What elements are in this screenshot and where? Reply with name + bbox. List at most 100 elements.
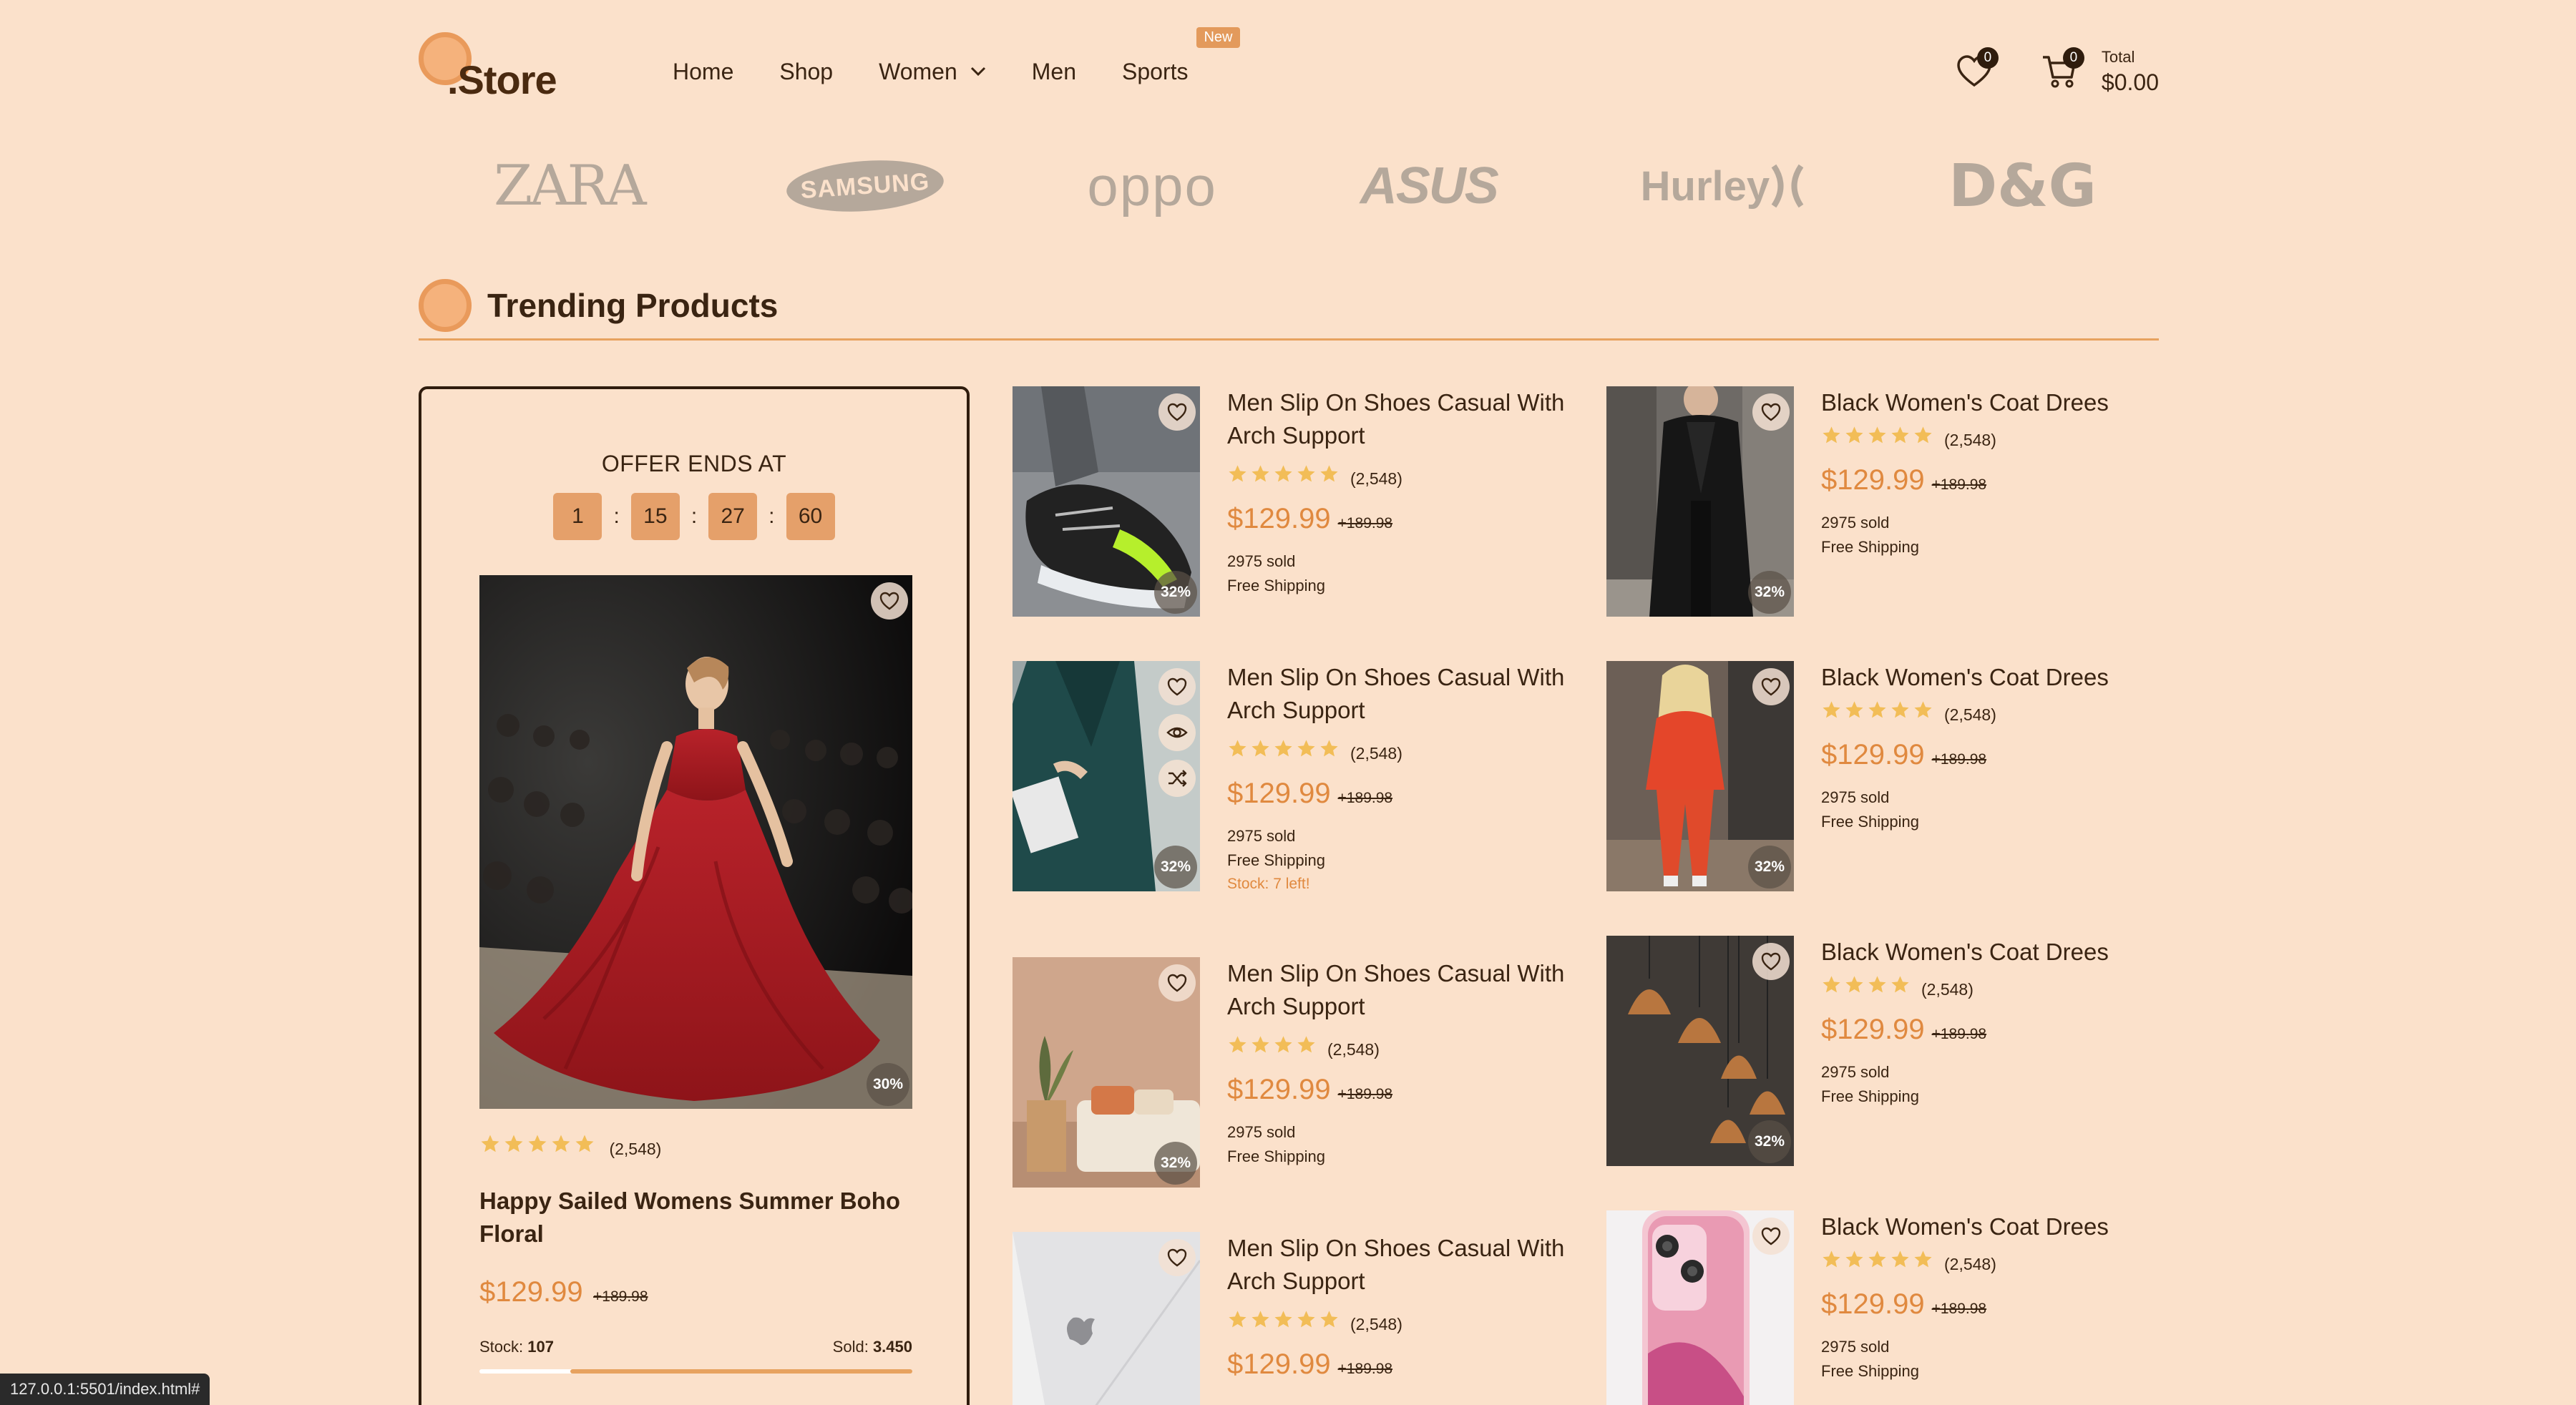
product-card[interactable]: 32% Men Slip On Shoes Casual With Arch S… xyxy=(1013,661,1578,904)
store-logo[interactable]: .Store xyxy=(419,32,590,111)
section-title: Trending Products xyxy=(487,286,779,324)
offer-countdown: 1 : 15 : 27 : 60 xyxy=(421,493,967,540)
product-price: $129.99 xyxy=(1227,778,1331,809)
old-price: +189.98 xyxy=(1931,476,1987,493)
brand-oppo-logo[interactable]: oppo xyxy=(1087,154,1217,219)
wishlist-button[interactable] xyxy=(1752,668,1790,705)
star-icon xyxy=(552,1135,570,1152)
star-icon xyxy=(1868,426,1886,444)
rating-count: (2,548) xyxy=(1921,980,1974,999)
brand-dg-logo[interactable]: D&G xyxy=(1948,152,2097,220)
product-rating: (2,548) xyxy=(1227,1309,1585,1334)
quick-view-button[interactable] xyxy=(1158,714,1196,751)
nav-home[interactable]: Home xyxy=(673,59,733,85)
product-name[interactable]: Black Women's Coat Drees xyxy=(1821,661,2179,694)
offer-discount-badge: 30% xyxy=(867,1063,909,1106)
product-name[interactable]: Men Slip On Shoes Casual With Arch Suppo… xyxy=(1227,957,1585,1023)
product-name[interactable]: Men Slip On Shoes Casual With Arch Suppo… xyxy=(1227,1232,1585,1298)
product-card[interactable]: 32% Men Slip On Shoes Casual With Arch S… xyxy=(1013,386,1578,630)
product-info: Men Slip On Shoes Casual With Arch Suppo… xyxy=(1227,661,1585,893)
heart-icon xyxy=(1167,1248,1187,1267)
product-price: $129.99 xyxy=(1821,739,1925,770)
product-card[interactable]: 32% Black Women's Coat Drees (2,548) $12… xyxy=(1606,661,2172,904)
star-icon xyxy=(1297,740,1315,757)
product-name[interactable]: Black Women's Coat Drees xyxy=(1821,386,2179,419)
brand-asus-logo[interactable]: ASUS xyxy=(1360,157,1499,215)
product-card[interactable]: Black Women's Coat Drees (2,548) $129.99… xyxy=(1606,1210,2172,1405)
product-image[interactable] xyxy=(1013,1232,1200,1405)
star-icon xyxy=(1845,976,1863,993)
offer-product-name[interactable]: Happy Sailed Womens Summer Boho Floral xyxy=(479,1185,912,1250)
rating-stars xyxy=(1227,1034,1319,1055)
title-circle-icon xyxy=(419,278,472,332)
star-icon xyxy=(1868,1250,1886,1268)
star-icon xyxy=(1823,426,1840,444)
stock-info: Stock: 107 xyxy=(479,1338,554,1356)
wishlist-button[interactable] xyxy=(1752,393,1790,431)
product-card[interactable]: 32% Men Slip On Shoes Casual With Arch S… xyxy=(1013,957,1578,1200)
product-image[interactable]: 32% xyxy=(1013,957,1200,1188)
old-price: +189.98 xyxy=(1337,1361,1393,1377)
product-card[interactable]: 32% Black Women's Coat Drees (2,548) $12… xyxy=(1606,386,2172,630)
product-card[interactable]: Men Slip On Shoes Casual With Arch Suppo… xyxy=(1013,1232,1578,1405)
product-rating: (2,548) xyxy=(1821,1249,2179,1274)
product-name[interactable]: Men Slip On Shoes Casual With Arch Suppo… xyxy=(1227,386,1585,452)
product-name[interactable]: Men Slip On Shoes Casual With Arch Suppo… xyxy=(1227,661,1585,727)
product-image[interactable]: 32% xyxy=(1013,386,1200,617)
product-image[interactable]: 32% xyxy=(1606,936,1794,1166)
brand-zara-logo[interactable]: ZARA xyxy=(494,154,647,218)
compare-button[interactable] xyxy=(1158,760,1196,797)
sold-info: Sold: 3.450 xyxy=(833,1338,912,1356)
hurley-mark-icon xyxy=(1771,164,1804,208)
star-icon xyxy=(1274,740,1292,757)
offer-product-image[interactable]: 30% xyxy=(479,575,912,1109)
nav-shop[interactable]: Shop xyxy=(779,59,833,85)
countdown-seconds: 60 xyxy=(786,493,835,540)
nav-men[interactable]: Men xyxy=(1032,59,1076,85)
product-card[interactable]: 32% Black Women's Coat Drees (2,548) $12… xyxy=(1606,936,2172,1179)
star-icon xyxy=(1320,465,1338,482)
shipping-info: Free Shipping xyxy=(1821,813,1919,831)
product-rating: (2,548) xyxy=(1227,1034,1585,1059)
product-info: Black Women's Coat Drees (2,548) $129.99… xyxy=(1821,661,2179,831)
wishlist-button[interactable] xyxy=(1158,393,1196,431)
product-image[interactable]: 32% xyxy=(1606,661,1794,891)
wishlist-button[interactable] xyxy=(1158,668,1196,705)
nav-sports[interactable]: Sports New xyxy=(1122,26,1240,85)
price-row: $129.99 +189.98 xyxy=(1821,739,2179,771)
brand-hurley-text: Hurley xyxy=(1640,162,1770,210)
product-name[interactable]: Black Women's Coat Drees xyxy=(1821,1210,2179,1243)
offer-wishlist-button[interactable] xyxy=(871,582,908,620)
stock-progress-fill xyxy=(570,1369,912,1374)
product-image[interactable]: 32% xyxy=(1606,386,1794,617)
shuffle-icon xyxy=(1169,770,1187,787)
shipping-info: Free Shipping xyxy=(1227,577,1325,594)
star-icon xyxy=(481,1135,499,1152)
star-icon xyxy=(1845,426,1863,444)
product-info: Men Slip On Shoes Casual With Arch Suppo… xyxy=(1227,386,1585,595)
brand-strip: ZARA SAMSUNG oppo ASUS Hurley D&G xyxy=(494,150,2097,222)
cart-count: 0 xyxy=(2062,47,2084,69)
wishlist-button[interactable] xyxy=(1752,943,1790,980)
nav-sports-label: Sports xyxy=(1122,58,1189,84)
cart-total: Total $0.00 xyxy=(2102,48,2159,96)
countdown-hours: 15 xyxy=(630,493,680,540)
brand-samsung-logo[interactable]: SAMSUNG xyxy=(785,155,946,217)
wishlist-button[interactable] xyxy=(1158,964,1196,1002)
product-price: $129.99 xyxy=(1227,1348,1331,1380)
cart-button[interactable]: 0 xyxy=(2040,47,2084,92)
product-image[interactable]: 32% xyxy=(1013,661,1200,891)
brand-hurley-logo[interactable]: Hurley xyxy=(1641,162,1806,210)
product-rating: (2,548) xyxy=(1227,738,1585,763)
product-image[interactable] xyxy=(1606,1210,1794,1405)
wishlist-button[interactable] xyxy=(1158,1239,1196,1276)
sold-label: Sold: xyxy=(832,1338,869,1356)
product-name[interactable]: Black Women's Coat Drees xyxy=(1821,936,2179,969)
discount-badge: 32% xyxy=(1154,846,1197,888)
price-row: $129.99 +189.98 xyxy=(1821,464,2179,496)
wishlist-button[interactable]: 0 xyxy=(1954,47,1999,92)
wishlist-button[interactable] xyxy=(1752,1218,1790,1255)
nav-women[interactable]: Women xyxy=(879,59,986,85)
offer-old-price: +189.98 xyxy=(593,1288,648,1305)
price-row: $129.99 +189.98 xyxy=(1227,1074,1585,1106)
